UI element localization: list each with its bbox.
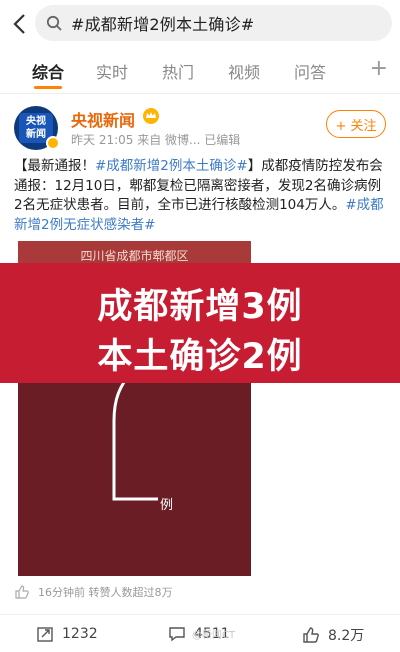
headline-line-1: 成都新增3例 [97,287,303,327]
tab-comprehensive[interactable]: 综合 [32,59,64,83]
repost-count: 1232 [62,626,98,642]
post-meta: 昨天 21:05 来自 微博... 已编辑 [71,133,241,147]
search-query[interactable]: #成都新增2例本土确诊# [71,11,254,35]
tab-hot[interactable]: 热门 [162,59,194,83]
vip-crown-icon [142,107,160,125]
search-icon [45,14,63,32]
top-bar: #成都新增2例本土确诊# [0,0,400,50]
post-footer-info: 16分钟前 转赞人数超过8万 [14,584,173,600]
verified-badge-icon [46,136,60,150]
like-button[interactable]: 8.2万 [302,625,364,645]
headline-line-2: 本土确诊2例 [97,337,303,377]
search-box[interactable]: #成都新增2例本土确诊# [35,5,392,41]
tab-realtime[interactable]: 实时 [96,59,128,83]
comment-icon [169,627,185,642]
author-name[interactable]: 央视新闻 [71,107,135,131]
image-unit: 例 [160,498,174,513]
repost-button[interactable]: 1232 [36,625,98,643]
like-icon [303,627,319,643]
repost-icon [37,627,53,642]
post-text: 【最新通报！#成都新增2例本土确诊#】成都疫情防控发布会通报：12月10日，郫都… [14,157,388,235]
avatar-text: 央视 新闻 [26,116,46,140]
watermark: @新闻CT [192,630,236,641]
back-icon[interactable] [6,9,32,39]
add-tab-icon[interactable]: + [370,56,388,81]
follow-button[interactable]: + 关注 [326,110,386,138]
thumb-up-icon [14,584,30,600]
footer-info-text: 16分钟前 转赞人数超过8万 [38,586,173,599]
hashtag-link[interactable]: #成都新增2例本土确诊# [95,158,248,174]
post-text-prefix: 【最新通报！ [14,158,95,174]
tab-active-indicator [34,86,62,89]
tab-video[interactable]: 视频 [228,59,260,83]
tab-bar: 综合 实时 热门 视频 问答 + [0,50,400,94]
like-count: 8.2万 [328,628,365,644]
tab-qa[interactable]: 问答 [294,59,326,83]
